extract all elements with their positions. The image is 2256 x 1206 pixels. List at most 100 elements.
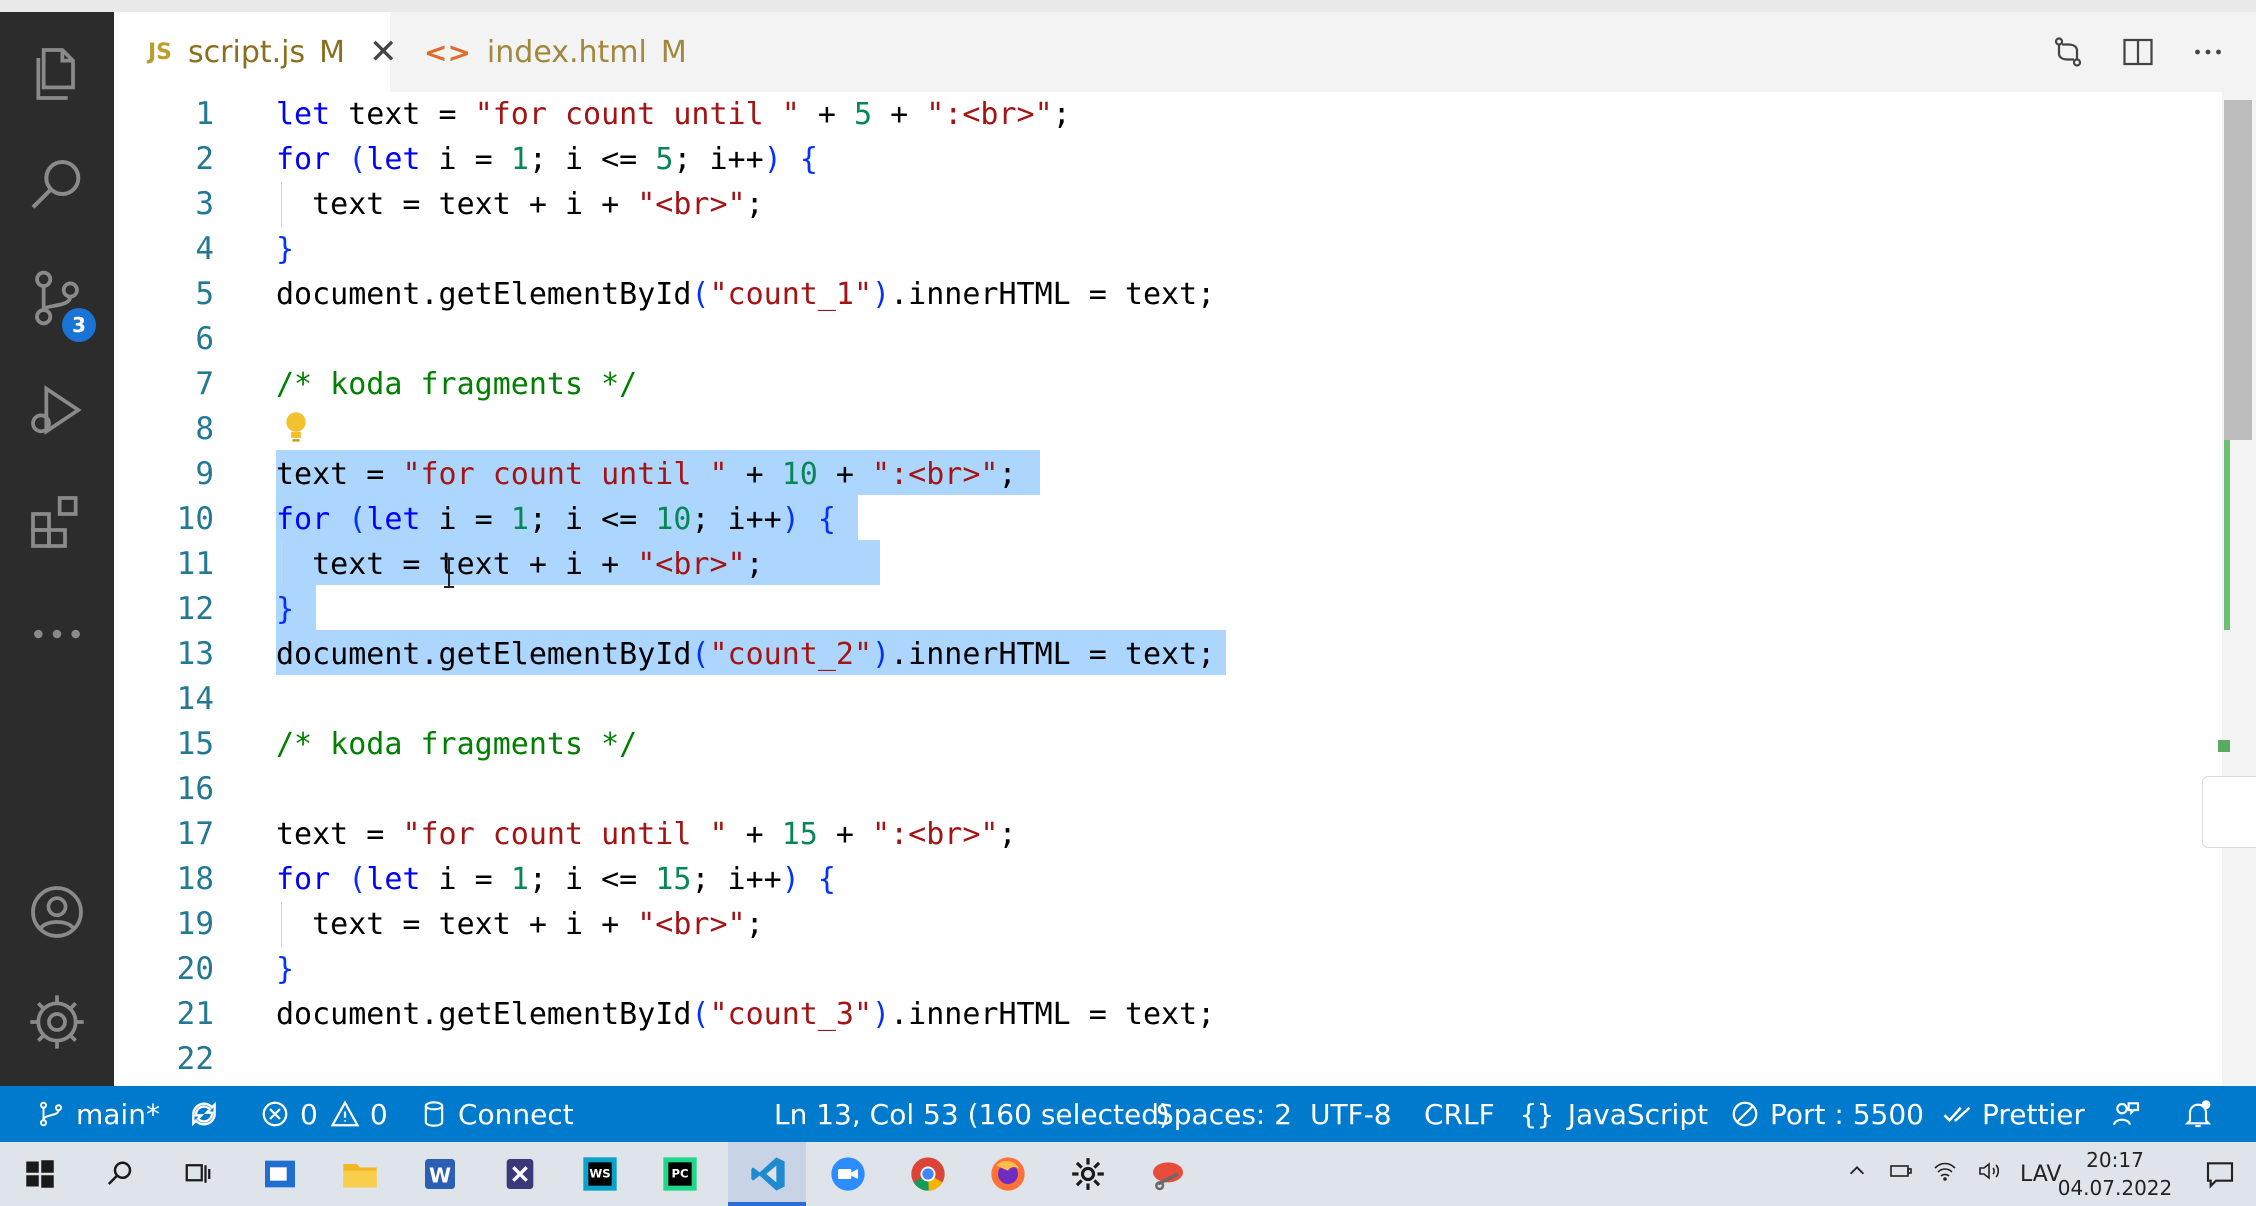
code-line: 21 document.getElementById("count_3").inn…	[114, 992, 2222, 1037]
zoom-icon[interactable]	[824, 1150, 872, 1198]
line-number: 10	[176, 501, 214, 537]
sync-icon[interactable]	[188, 1086, 230, 1142]
line-number: 14	[176, 681, 214, 717]
code-line: 5 document.getElementById("count_1").inne…	[114, 272, 2222, 317]
code-text: text = "for count until " + 15 + ":<br>"…	[276, 817, 1017, 852]
line-number: 9	[195, 456, 214, 492]
word-icon[interactable]: W	[416, 1150, 464, 1198]
firefox-icon[interactable]	[984, 1150, 1032, 1198]
line-number: 18	[176, 861, 214, 897]
volume-icon[interactable]	[1976, 1159, 2002, 1189]
line-number: 22	[176, 1041, 214, 1077]
code-line: 1 let text = "for count until " + 5 + ":<…	[114, 92, 2222, 137]
lightbulb-icon[interactable]	[281, 410, 311, 448]
code-line: 22	[114, 1037, 2222, 1082]
snipping-tool-icon[interactable]	[1144, 1150, 1192, 1198]
notification-center-icon[interactable]	[2196, 1150, 2244, 1198]
clock-date: 04.07.2022	[2057, 1176, 2173, 1200]
outlook-icon[interactable]	[256, 1150, 304, 1198]
branch-indicator[interactable]: main*	[36, 1086, 160, 1142]
extensions-icon[interactable]	[0, 472, 114, 572]
connect-button[interactable]: Connect	[420, 1086, 574, 1142]
windows-start-icon[interactable]	[16, 1150, 64, 1198]
notifications-bell-icon[interactable]	[2182, 1086, 2224, 1142]
open-changes-icon[interactable]	[2050, 34, 2086, 70]
code-line: 13 document.getElementById("count_2").inn…	[114, 632, 2222, 677]
settings-gear-icon[interactable]	[0, 972, 114, 1072]
tab-modified-indicator: M	[660, 34, 687, 70]
file-explorer-icon[interactable]	[336, 1150, 384, 1198]
text-cursor-icon	[444, 558, 454, 588]
code-text: text = "for count until " + 10 + ":<br>"…	[276, 457, 1017, 492]
code-line: 18 for (let i = 1; i <= 15; i++) {	[114, 857, 2222, 902]
code-line: 16	[114, 767, 2222, 812]
search-icon[interactable]	[0, 136, 114, 236]
line-number: 8	[195, 411, 214, 447]
prettier-status[interactable]: Prettier	[1942, 1086, 2085, 1142]
tool-app-icon[interactable]	[496, 1150, 544, 1198]
code-editor[interactable]: 1 let text = "for count until " + 5 + ":<…	[114, 92, 2222, 1086]
line-ending-label: CRLF	[1424, 1097, 1495, 1131]
editor-actions	[2050, 12, 2226, 92]
code-line: 9 text = "for count until " + 10 + ":<br>…	[114, 452, 2222, 497]
activity-bar: 3	[0, 12, 114, 1086]
chrome-icon[interactable]	[904, 1150, 952, 1198]
scrollbar-thumb[interactable]	[2224, 100, 2252, 440]
code-line: 17 text = "for count until " + 15 + ":<br…	[114, 812, 2222, 857]
code-text: for (let i = 1; i <= 5; i++) {	[276, 142, 818, 177]
chevron-up-icon[interactable]	[1846, 1160, 1868, 1188]
code-line: 10 for (let i = 1; i <= 10; i++) {	[114, 497, 2222, 542]
webstorm-icon[interactable]: WS	[576, 1150, 624, 1198]
tab-label: script.js	[188, 34, 306, 70]
tab-script-js[interactable]: JS script.js M ✕	[114, 12, 398, 92]
tab-index-html[interactable]: <> index.html M	[390, 12, 687, 92]
wifi-icon[interactable]	[1932, 1159, 1958, 1189]
code-line: 20}	[114, 947, 2222, 992]
code-line: 19 text = text + i + "<br>";	[114, 902, 2222, 947]
account-icon[interactable]	[0, 862, 114, 962]
line-ending[interactable]: CRLF	[1424, 1086, 1495, 1142]
cursor-position-label: Ln 13, Col 53 (160 selected)	[774, 1097, 1170, 1131]
source-control-icon[interactable]: 3	[0, 248, 114, 348]
problems-indicator[interactable]: 0 0	[260, 1086, 388, 1142]
search-icon[interactable]	[96, 1150, 144, 1198]
code-comment: /* koda fragments */	[276, 727, 638, 762]
more-actions-icon[interactable]	[2190, 34, 2226, 70]
language-mode[interactable]: {} JavaScript	[1520, 1086, 1708, 1142]
line-number: 19	[176, 906, 214, 942]
line-number: 12	[176, 591, 214, 627]
live-server-port[interactable]: Port : 5500	[1730, 1086, 1924, 1142]
feedback-icon[interactable]	[2110, 1086, 2152, 1142]
task-view-icon[interactable]	[174, 1150, 222, 1198]
code-comment: /* koda fragments */	[276, 367, 638, 402]
code-line: 14	[114, 677, 2222, 722]
settings-gear-icon[interactable]	[1064, 1150, 1112, 1198]
battery-icon[interactable]	[1888, 1159, 1914, 1189]
block-icon	[1732, 1101, 1758, 1127]
tab-modified-indicator: M	[319, 34, 346, 70]
svg-text:WS: WS	[589, 1166, 610, 1180]
vscode-icon[interactable]	[744, 1150, 792, 1198]
code-text: for (let i = 1; i <= 15; i++) {	[276, 862, 836, 897]
more-icon[interactable]	[0, 584, 114, 684]
warning-icon	[330, 1100, 360, 1127]
indentation[interactable]: Spaces: 2	[1156, 1086, 1292, 1142]
git-change-marker	[2224, 440, 2230, 630]
split-editor-icon[interactable]	[2120, 34, 2156, 70]
prettier-label: Prettier	[1982, 1097, 2085, 1131]
code-line: 6	[114, 317, 2222, 362]
system-tray: LAV	[1846, 1142, 2061, 1206]
run-debug-icon[interactable]	[0, 360, 114, 460]
side-panel-peek[interactable]	[2202, 776, 2256, 848]
encoding[interactable]: UTF-8	[1310, 1086, 1392, 1142]
cursor-position[interactable]: Ln 13, Col 53 (160 selected)	[774, 1086, 1170, 1142]
explorer-files-icon[interactable]	[0, 24, 114, 124]
clock-time: 20:17	[2086, 1148, 2144, 1172]
clock[interactable]: 20:17 04.07.2022	[2040, 1146, 2190, 1202]
indentation-label: Spaces: 2	[1156, 1097, 1293, 1131]
svg-text:W: W	[429, 1163, 451, 1187]
pycharm-icon[interactable]: PC	[656, 1150, 704, 1198]
code-text: text = text + i + "<br>";	[276, 187, 764, 222]
line-number: 15	[176, 726, 214, 762]
error-icon	[262, 1101, 288, 1127]
